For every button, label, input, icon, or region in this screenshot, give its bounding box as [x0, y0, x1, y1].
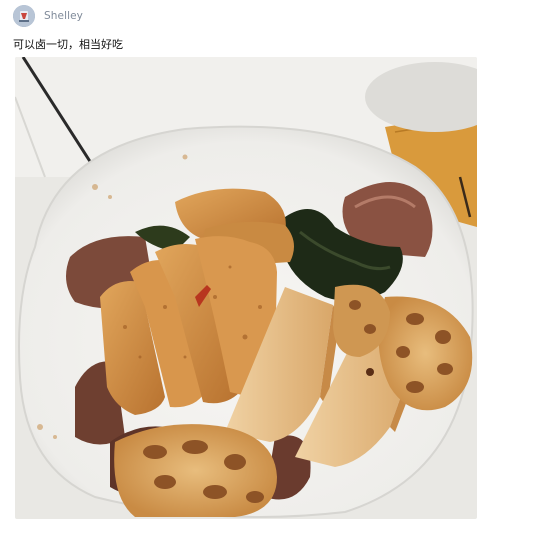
- author-name[interactable]: Shelley: [44, 10, 83, 22]
- post-header: Shelley: [13, 4, 83, 28]
- post-photo[interactable]: [15, 57, 477, 519]
- post-caption: 可以卤一切，相当好吃: [13, 38, 123, 51]
- food-photo-image: [15, 57, 477, 519]
- avatar[interactable]: [13, 5, 35, 27]
- post-card: Shelley 可以卤一切，相当好吃: [0, 0, 533, 533]
- avatar-icon: [13, 5, 35, 27]
